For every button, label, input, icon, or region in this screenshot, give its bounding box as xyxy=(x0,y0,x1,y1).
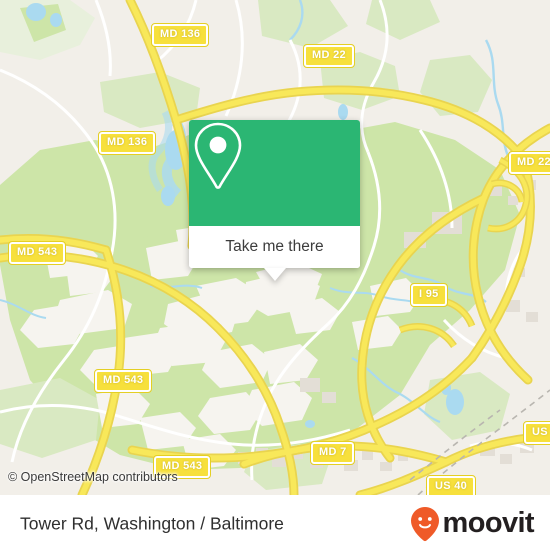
road-shield: MD 22 xyxy=(508,151,550,175)
road-shield: MD 136 xyxy=(97,131,157,155)
location-title: Tower Rd, Washington / Baltimore xyxy=(20,513,284,533)
road-shield: MD 543 xyxy=(7,241,67,265)
map-popup[interactable]: Take me there xyxy=(189,120,360,281)
map-canvas[interactable]: MD 136 MD 22 MD 136 MD 22 MD 543 I 95 MD… xyxy=(0,0,550,495)
road-shield: MD 136 xyxy=(150,23,210,47)
map-pin-icon xyxy=(194,122,242,189)
road-shield: MD 7 xyxy=(309,441,356,465)
moovit-wordmark: moovit xyxy=(442,507,535,539)
road-shield: MD 543 xyxy=(93,369,153,393)
osm-attribution[interactable]: © OpenStreetMap contributors xyxy=(8,470,178,484)
take-me-there-button[interactable]: Take me there xyxy=(189,226,360,268)
bottom-bar: Tower Rd, Washington / Baltimore moovit xyxy=(0,495,550,550)
popup-card[interactable]: Take me there xyxy=(189,120,360,268)
road-shield: MD 22 xyxy=(303,44,355,68)
road-shield: I 95 xyxy=(410,283,448,307)
moovit-map-screenshot: MD 136 MD 22 MD 136 MD 22 MD 543 I 95 MD… xyxy=(0,0,550,550)
popup-marker-panel xyxy=(189,120,360,226)
popup-tail xyxy=(263,268,286,281)
moovit-pin-icon xyxy=(410,506,439,541)
moovit-logo[interactable]: moovit xyxy=(410,506,535,542)
road-shield: US 40 xyxy=(425,475,477,495)
road-shield: US xyxy=(523,421,550,445)
